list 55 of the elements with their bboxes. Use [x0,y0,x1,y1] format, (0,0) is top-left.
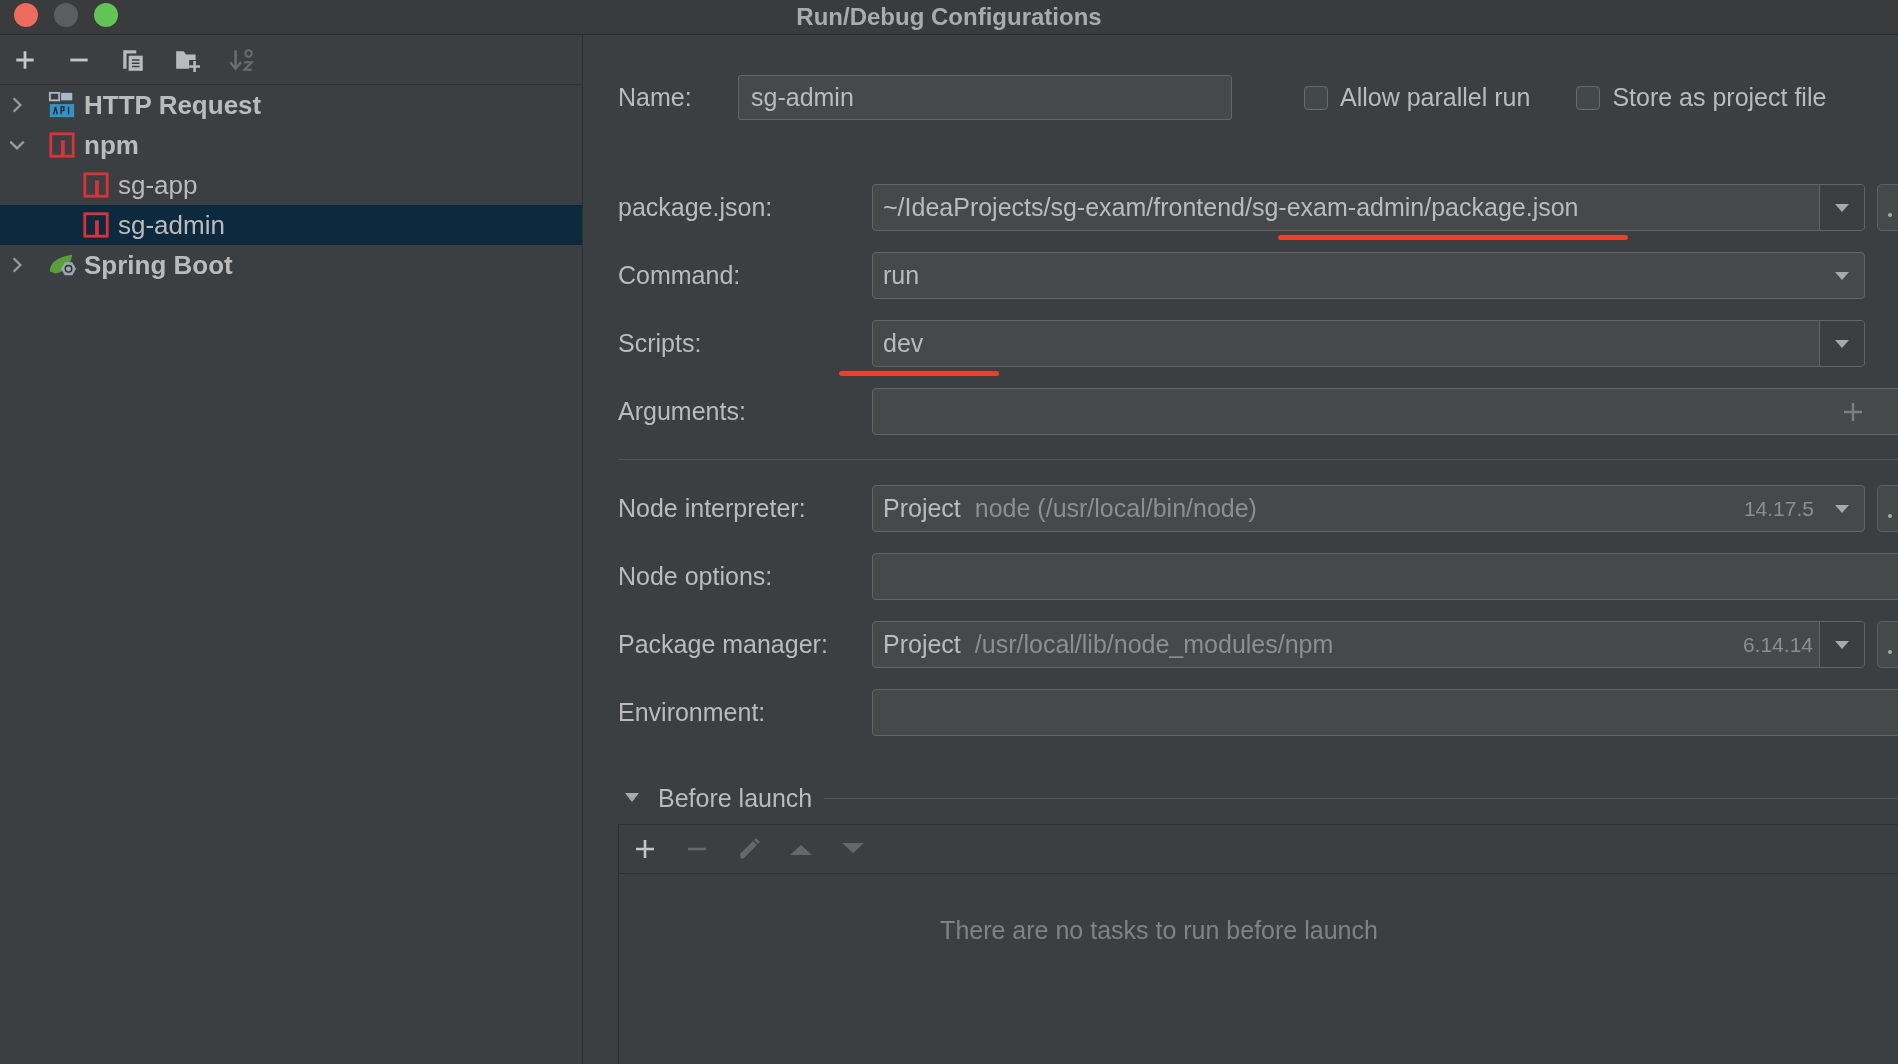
triangle-down-icon[interactable] [624,792,640,804]
add-icon[interactable] [633,837,657,861]
field-label: Node options: [618,562,774,591]
field-label: Command: [618,261,742,290]
field-value: /usr/local/lib/node_modules/npm [974,630,1334,659]
field-value: run [883,261,920,290]
sort-icon[interactable] [228,46,254,73]
close-button[interactable] [14,3,38,27]
ellipsis-icon [1888,649,1892,654]
tree-item[interactable]: npm [0,125,582,165]
checkbox-label: Allow parallel run [1340,83,1531,112]
pencil-icon[interactable] [737,837,761,861]
arguments-field[interactable] [872,388,1898,435]
options-field[interactable] [872,553,1898,600]
combo-box[interactable]: run [872,252,1865,299]
api-icon [48,91,76,119]
npm-icon [82,211,110,239]
field-label: Scripts: [618,329,703,358]
zoom-button[interactable] [94,3,118,27]
tree-item[interactable]: sg-app [0,165,582,205]
field-value: dev [883,329,924,358]
dropdown-arrow-icon[interactable] [1834,202,1850,213]
section-title: Before launch [658,783,813,813]
dropdown-arrow-icon[interactable] [1834,503,1850,514]
version-text: 6.14.14 [1742,632,1813,657]
dropdown-arrow-icon[interactable] [1834,639,1850,650]
checkbox[interactable] [1576,85,1601,110]
interpreter-scope: Project [883,630,961,659]
empty-message: There are no tasks to run before launch [940,916,1378,945]
npm-icon [48,131,76,159]
ellipsis-icon [1888,513,1892,518]
checkbox[interactable] [1304,85,1328,110]
tree-item[interactable]: sg-admin [0,205,582,245]
version-text: 14.17.5 [1743,496,1814,521]
dropdown-arrow-icon[interactable] [1834,338,1850,349]
field-label: Environment: [618,698,767,727]
name-field[interactable]: sg-admin [738,75,1232,120]
interpreter-scope: Project [883,494,961,523]
field-value: ~/IdeaProjects/sg-exam/frontend/sg-exam-admin/package.json [883,193,1579,222]
field-label: package.json: [618,193,774,222]
ellipsis-icon [1888,212,1892,217]
field-label: Package manager: [618,630,829,659]
field-value: node (/usr/local/bin/node) [974,494,1257,523]
dropdown-arrow-icon[interactable] [1834,270,1850,281]
tree-item[interactable]: Spring Boot [0,245,582,285]
interpreter-dropdown[interactable]: Project node (/usr/local/bin/node) 14.17.5 [872,485,1865,532]
checkbox-label: Store as project file [1612,83,1827,112]
field-label: Node interpreter: [618,494,807,523]
npm-icon [82,171,110,199]
name-label: Name: [618,83,693,112]
tree-item[interactable]: HTTP Request [0,85,582,125]
window-title: Run/Debug Configurations [796,3,1102,31]
interpreter-dropdown[interactable]: Project /usr/local/lib/node_modules/npm 6.14.14 [872,621,1865,668]
field-label: Arguments: [618,397,747,426]
environment-field[interactable] [872,689,1898,736]
